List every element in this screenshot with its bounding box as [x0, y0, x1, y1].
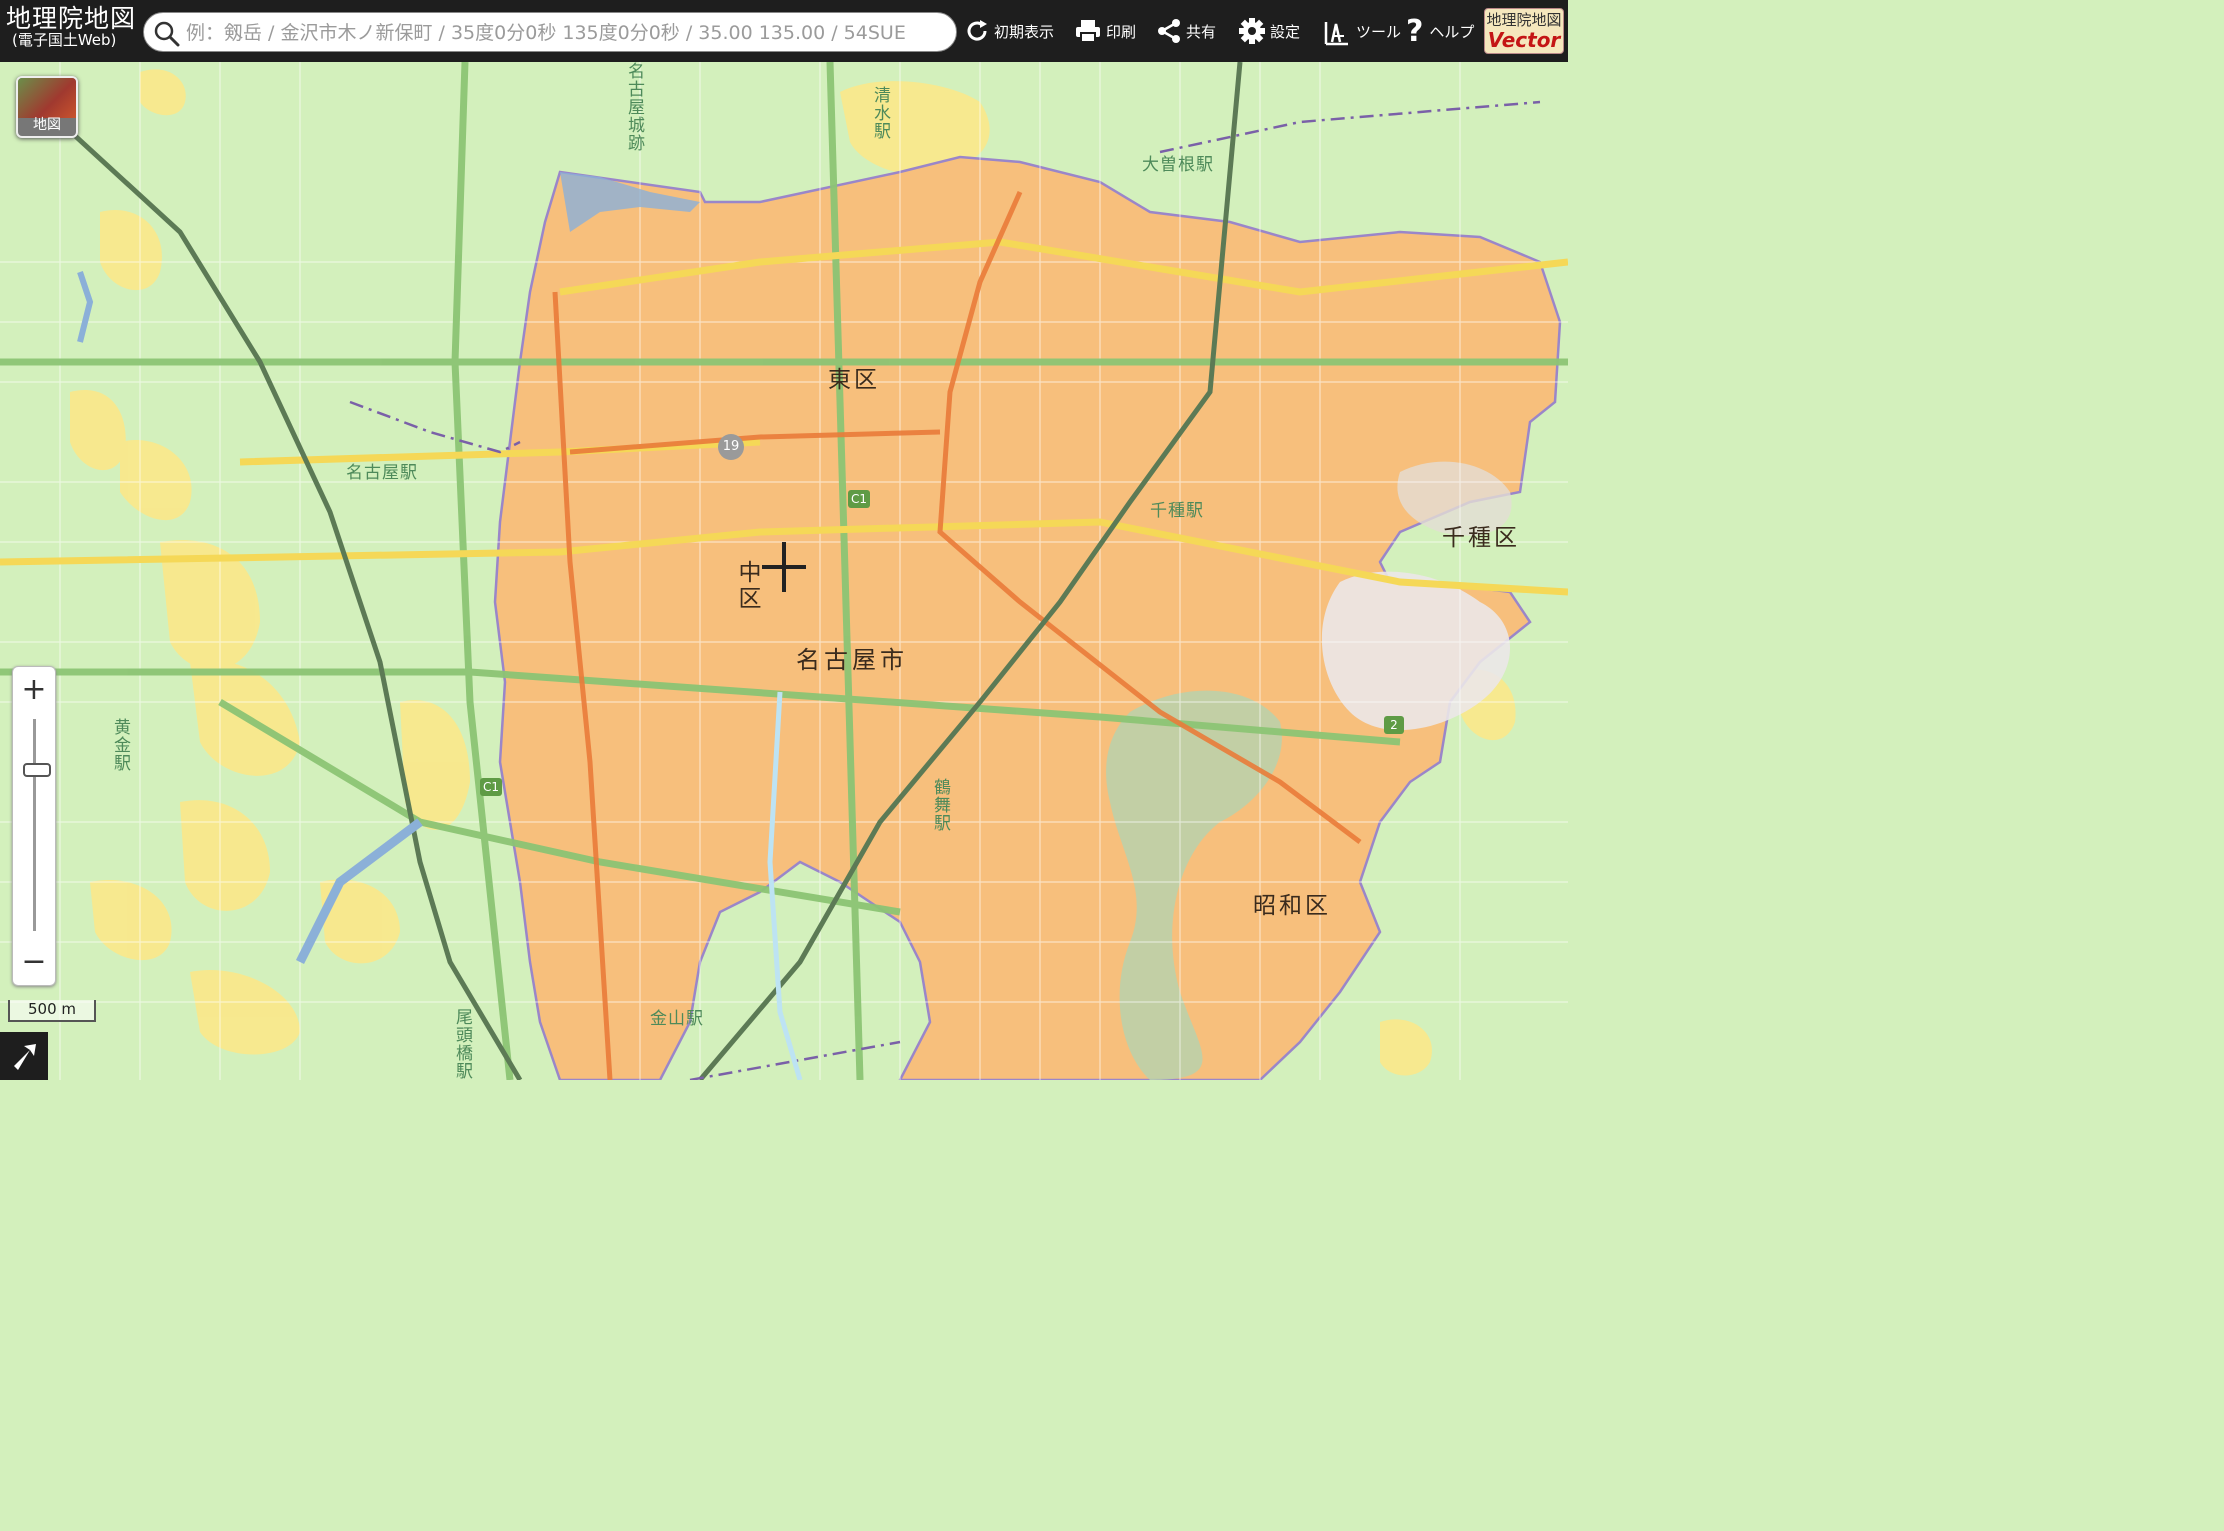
station-label-kanayama: 金山駅	[650, 1009, 704, 1029]
help-icon: ?	[1406, 13, 1424, 49]
zoom-in-button[interactable]: +	[13, 669, 55, 711]
zoom-slider-track[interactable]	[33, 719, 36, 931]
printer-icon	[1076, 20, 1100, 43]
reset-view-button[interactable]: 初期表示	[964, 14, 1054, 48]
header-toolbar: 地理院地図 (電子国土Web) 初期表示 印刷 共有	[0, 0, 1568, 62]
route-shield-c1-west: C1	[480, 778, 502, 796]
help-label: ヘルプ	[1429, 22, 1475, 41]
help-button[interactable]: ? ヘルプ	[1406, 13, 1475, 49]
ward-label-showa: 昭和区	[1253, 893, 1331, 919]
gear-icon	[1239, 18, 1265, 44]
ward-label-chikusa: 千種区	[1442, 525, 1520, 551]
tools-label: ツール	[1356, 22, 1402, 41]
station-label-kogane: 黄金駅	[110, 718, 130, 772]
zoom-out-button[interactable]: −	[13, 941, 55, 983]
ward-label-higashi: 東区	[828, 367, 880, 393]
station-label-nagoya: 名古屋駅	[346, 463, 418, 483]
site-title: 地理院地図	[6, 4, 137, 33]
reset-view-label: 初期表示	[994, 22, 1055, 41]
tools-icon	[1324, 22, 1348, 46]
station-label-tsurumai: 鶴舞駅	[930, 778, 950, 832]
route-shield-2: 2	[1384, 716, 1404, 734]
city-label-nagoya: 名古屋市	[796, 646, 908, 674]
landmark-label-nagoya-castle: 名古屋城跡	[624, 62, 644, 152]
vector-map-badge[interactable]: 地理院地図 Vector	[1484, 8, 1564, 54]
tools-button[interactable]: ツール	[1322, 14, 1401, 48]
map-canvas[interactable]: 東区 中区 千種区 昭和区 名古屋市 名古屋駅 千種駅 大曽根駅 金山駅 清水駅…	[0, 62, 1568, 1080]
layer-select-button[interactable]: 地図	[16, 76, 78, 138]
zoom-control: + −	[12, 666, 56, 986]
search-input[interactable]	[184, 17, 956, 49]
expand-panel-button[interactable]	[0, 1032, 48, 1080]
share-button[interactable]: 共有	[1156, 14, 1216, 48]
search-box[interactable]	[143, 12, 957, 52]
station-label-ozu-bashi: 尾頭橋駅	[452, 1008, 472, 1080]
layer-select-label: 地図	[33, 117, 61, 133]
search-icon	[154, 21, 180, 47]
print-label: 印刷	[1106, 22, 1137, 41]
vector-badge-title: 地理院地図	[1486, 11, 1562, 29]
layer-thumbnail-icon	[18, 78, 76, 118]
settings-label: 設定	[1270, 22, 1301, 41]
station-label-chikusa: 千種駅	[1150, 501, 1204, 521]
route-shield-19: 19	[718, 434, 744, 460]
print-button[interactable]: 印刷	[1074, 14, 1136, 48]
site-logo[interactable]: 地理院地図 (電子国土Web)	[6, 6, 136, 49]
route-shield-c1-north: C1	[848, 490, 870, 508]
scale-bar: 500 m	[8, 1000, 96, 1022]
ward-label-naka: 中区	[734, 560, 760, 612]
zoom-slider-handle[interactable]	[23, 763, 51, 777]
share-label: 共有	[1186, 22, 1217, 41]
station-label-shimizu: 清水駅	[870, 86, 890, 140]
station-label-ozone: 大曽根駅	[1142, 155, 1214, 175]
vector-badge-label: Vector	[1487, 28, 1561, 52]
expand-arrow-icon	[14, 1044, 36, 1070]
map-base	[0, 62, 1568, 1080]
reload-icon	[967, 20, 987, 41]
share-icon	[1158, 19, 1180, 43]
site-subtitle: (電子国土Web)	[12, 31, 117, 49]
settings-button[interactable]: 設定	[1238, 14, 1300, 48]
